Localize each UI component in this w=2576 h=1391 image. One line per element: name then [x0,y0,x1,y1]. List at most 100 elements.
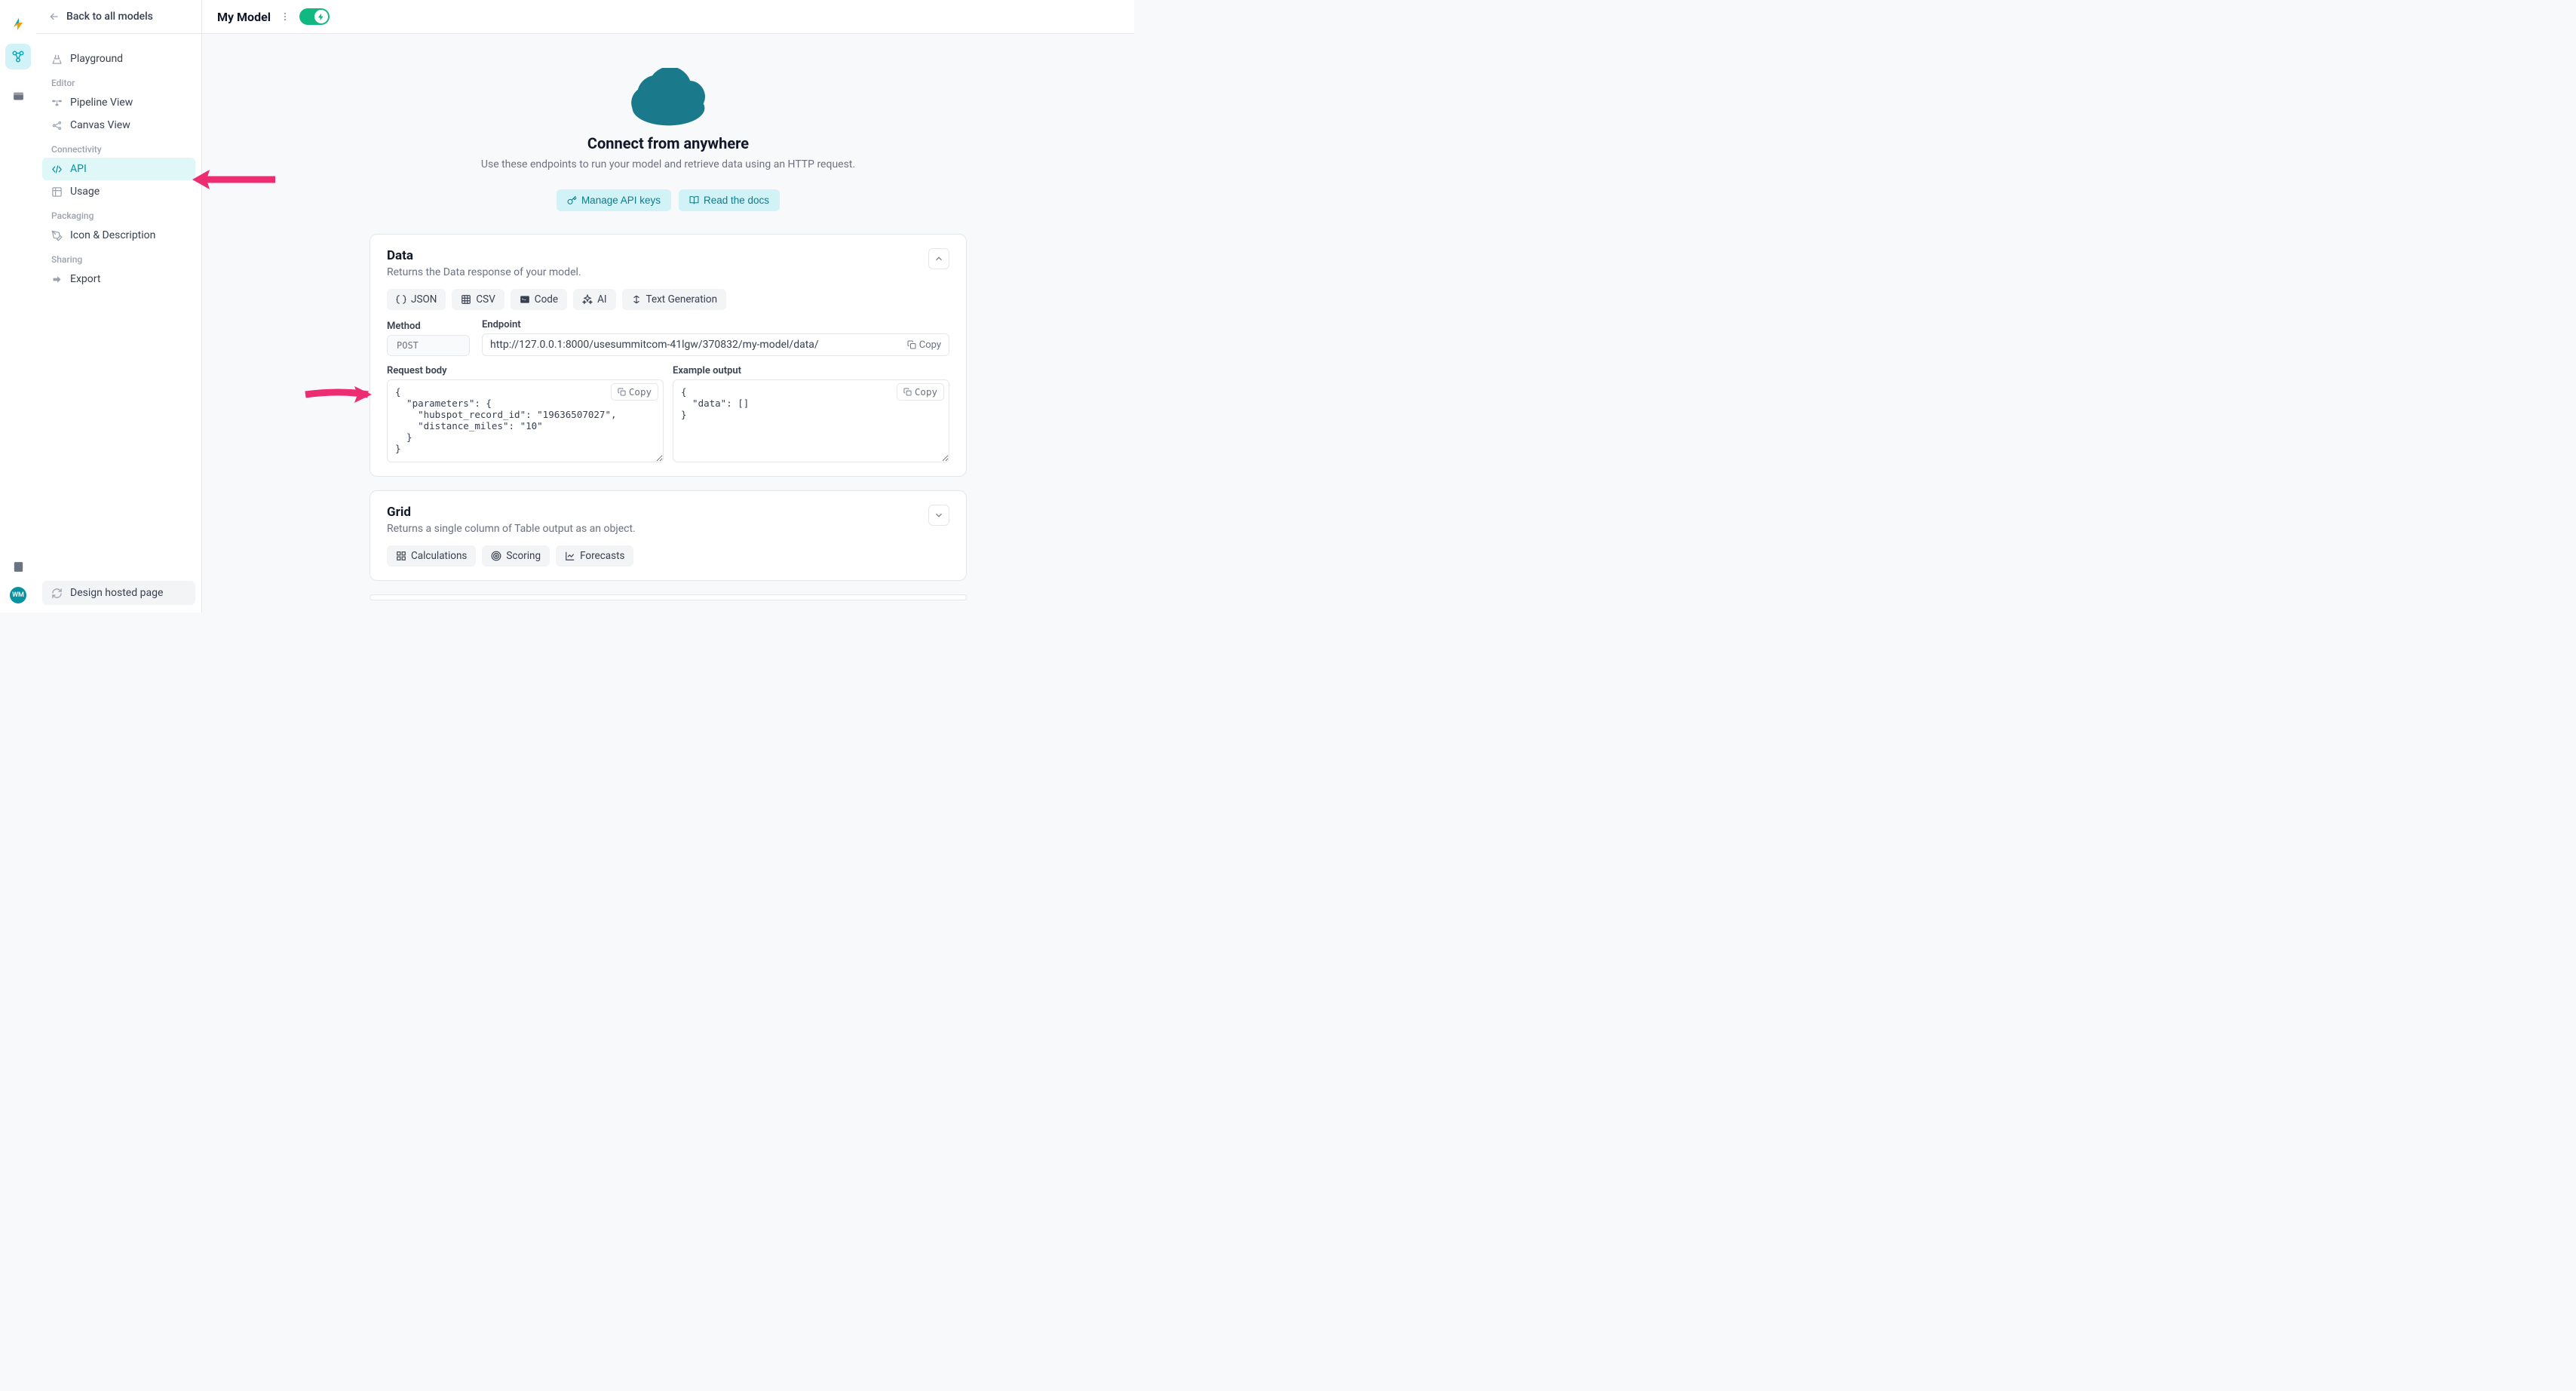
sidebar-item-api[interactable]: API [42,158,195,180]
rail-bottom: WM [0,554,36,603]
sidebar-item-label: Playground [70,53,123,65]
expand-button[interactable] [928,505,949,526]
sidebar-item-usage[interactable]: Usage [42,180,195,203]
sidebar-body: Playground Editor Pipeline View Canvas V… [36,34,201,296]
sidebar-section-editor: Editor [42,70,195,91]
copy-label: Copy [629,386,652,398]
tab-label: JSON [411,293,437,306]
example-output-content: { "data": [] } [681,386,749,420]
data-tabs: JSON CSV Code AI Text Generation [387,289,949,310]
button-label: Manage API keys [581,195,661,206]
sidebar-item-export[interactable]: Export [42,268,195,290]
hero-title: Connect from anywhere [217,134,1119,152]
endpoint-row: Method POST Endpoint http://127.0.0.1:80… [387,319,949,356]
app-logo-icon [11,17,25,30]
rail-database-icon[interactable] [5,83,31,109]
sidebar-item-label: Usage [70,186,100,198]
grid-card: Grid Returns a single column of Table ou… [370,490,967,581]
cloud-icon [625,68,712,127]
tab-calculations[interactable]: Calculations [387,545,476,567]
endpoint-label: Endpoint [482,319,949,330]
tab-label: AI [597,293,606,306]
hero-buttons: Manage API keys Read the docs [217,189,1119,211]
read-docs-button[interactable]: Read the docs [679,189,780,211]
request-body-box[interactable]: Copy { "parameters": { "hubspot_record_id… [387,379,664,462]
design-hosted-page-button[interactable]: Design hosted page [42,581,195,605]
grid-tabs: Calculations Scoring Forecasts [387,545,949,567]
body-row: Request body Copy { "parameters": { "hubs… [387,365,949,462]
sidebar-item-label: API [70,163,87,175]
request-body-label: Request body [387,365,664,376]
tab-label: Scoring [506,550,541,562]
model-enabled-toggle[interactable] [299,8,330,25]
card-header: Data Returns the Data response of your m… [387,248,949,278]
method-label: Method [387,321,470,332]
example-output-col: Example output Copy { "data": [] } [673,365,949,462]
sidebar-item-icon-description[interactable]: Icon & Description [42,224,195,247]
tab-scoring[interactable]: Scoring [482,545,550,567]
tab-label: Code [535,293,558,306]
data-card: Data Returns the Data response of your m… [370,234,967,477]
hero-section: Connect from anywhere Use these endpoint… [202,34,1134,234]
endpoint-box: http://127.0.0.1:8000/usesummitcom-41lgw… [482,333,949,356]
rail-help-icon[interactable] [5,554,31,579]
sidebar-footer: Design hosted page [42,581,195,605]
method-field: Method POST [387,321,470,356]
request-body-col: Request body Copy { "parameters": { "hubs… [387,365,664,462]
sidebar-item-canvas[interactable]: Canvas View [42,114,195,137]
tab-label: Forecasts [580,550,624,562]
tab-label: Text Generation [646,293,718,306]
hosted-button-label: Design hosted page [70,587,163,599]
copy-endpoint-button[interactable]: Copy [907,339,941,351]
request-body-content: { "parameters": { "hubspot_record_id": "… [395,386,617,454]
sidebar-section-sharing: Sharing [42,247,195,268]
left-rail: WM [0,0,36,613]
tab-text-generation[interactable]: Text Generation [622,289,727,310]
sidebar-top: Back to all models [36,0,201,34]
card-subtitle: Returns a single column of Table output … [387,523,636,535]
toggle-knob [314,10,328,23]
endpoint-value[interactable]: http://127.0.0.1:8000/usesummitcom-41lgw… [490,339,907,351]
back-link-label: Back to all models [66,11,153,23]
sidebar-item-label: Pipeline View [70,97,133,109]
user-avatar[interactable]: WM [10,587,26,603]
endpoint-field: Endpoint http://127.0.0.1:8000/usesummit… [482,319,949,356]
topbar: My Model [202,0,1134,34]
sidebar-item-label: Icon & Description [70,229,155,241]
sidebar-item-pipeline[interactable]: Pipeline View [42,91,195,114]
sidebar-item-playground[interactable]: Playground [42,48,195,70]
sidebar-item-label: Export [70,273,100,285]
rail-models-icon[interactable] [5,44,31,69]
sidebar-section-connectivity: Connectivity [42,137,195,158]
tab-label: Calculations [411,550,467,562]
card-title: Grid [387,505,636,520]
tab-label: CSV [476,293,495,306]
sidebar: Back to all models Playground Editor Pip… [36,0,202,613]
tab-forecasts[interactable]: Forecasts [556,545,633,567]
copy-label: Copy [915,386,937,398]
next-card-peek [370,594,967,600]
sidebar-section-packaging: Packaging [42,203,195,224]
manage-api-keys-button[interactable]: Manage API keys [557,189,671,211]
example-output-label: Example output [673,365,949,376]
example-output-box[interactable]: Copy { "data": [] } [673,379,949,462]
tab-json[interactable]: JSON [387,289,446,310]
collapse-button[interactable] [928,248,949,269]
hero-subtitle: Use these endpoints to run your model an… [217,158,1119,170]
model-menu-button[interactable] [278,10,292,23]
card-subtitle: Returns the Data response of your model. [387,266,581,278]
copy-output-button[interactable]: Copy [897,383,944,401]
sidebar-item-label: Canvas View [70,119,130,131]
tab-code[interactable]: Code [511,289,567,310]
copy-request-button[interactable]: Copy [611,383,658,401]
card-header: Grid Returns a single column of Table ou… [387,505,949,535]
main-content: Connect from anywhere Use these endpoint… [202,34,1134,613]
button-label: Read the docs [704,195,769,206]
card-title: Data [387,248,581,263]
back-to-models-link[interactable]: Back to all models [48,11,153,23]
tab-csv[interactable]: CSV [452,289,504,310]
method-value: POST [387,335,470,356]
tab-ai[interactable]: AI [573,289,615,310]
model-title: My Model [217,10,271,24]
copy-label: Copy [919,339,941,351]
